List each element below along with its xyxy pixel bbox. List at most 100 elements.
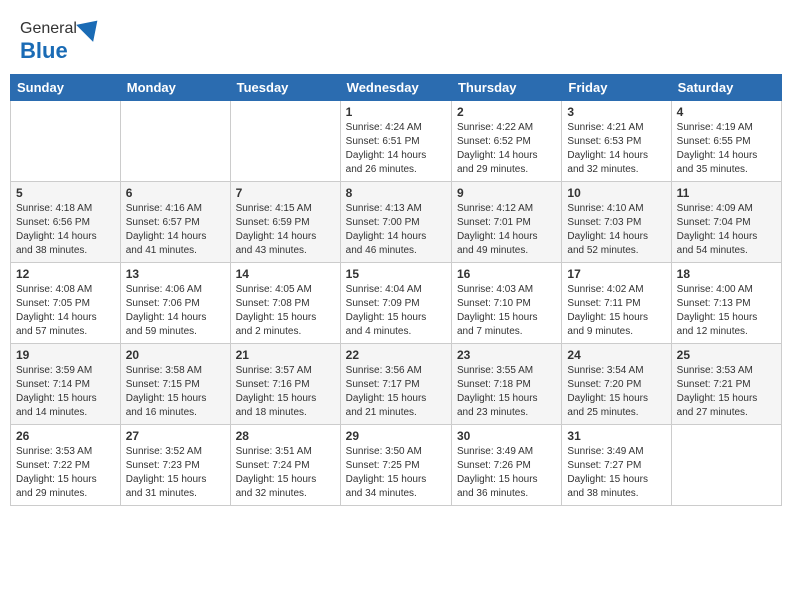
day-number: 15 <box>346 267 446 281</box>
day-info: Sunrise: 4:09 AM Sunset: 7:04 PM Dayligh… <box>677 202 776 258</box>
calendar-cell: 9 Sunrise: 4:12 AM Sunset: 7:01 PM Daylig… <box>451 182 561 263</box>
day-info: Sunrise: 4:05 AM Sunset: 7:08 PM Dayligh… <box>236 283 335 339</box>
day-number: 11 <box>677 186 776 200</box>
day-info: Sunrise: 4:19 AM Sunset: 6:55 PM Dayligh… <box>677 121 776 177</box>
calendar-cell: 26 Sunrise: 3:53 AM Sunset: 7:22 PM Dayli… <box>11 425 121 506</box>
day-info: Sunrise: 4:16 AM Sunset: 6:57 PM Dayligh… <box>126 202 225 258</box>
day-number: 16 <box>457 267 556 281</box>
day-number: 8 <box>346 186 446 200</box>
calendar-cell <box>11 101 121 182</box>
calendar-cell: 10 Sunrise: 4:10 AM Sunset: 7:03 PM Dayli… <box>562 182 671 263</box>
day-number: 24 <box>567 348 665 362</box>
calendar-week-row: 5 Sunrise: 4:18 AM Sunset: 6:56 PM Daylig… <box>11 182 782 263</box>
day-info: Sunrise: 4:21 AM Sunset: 6:53 PM Dayligh… <box>567 121 665 177</box>
day-info: Sunrise: 4:15 AM Sunset: 6:59 PM Dayligh… <box>236 202 335 258</box>
day-info: Sunrise: 4:22 AM Sunset: 6:52 PM Dayligh… <box>457 121 556 177</box>
calendar-week-row: 26 Sunrise: 3:53 AM Sunset: 7:22 PM Dayli… <box>11 425 782 506</box>
calendar-header-wednesday: Wednesday <box>340 75 451 101</box>
calendar-header-thursday: Thursday <box>451 75 561 101</box>
calendar-cell: 30Sunrise: 3:49 AM Sunset: 7:26 PM Dayli… <box>451 425 561 506</box>
calendar-cell: 6 Sunrise: 4:16 AM Sunset: 6:57 PM Daylig… <box>120 182 230 263</box>
calendar-week-row: 12 Sunrise: 4:08 AM Sunset: 7:05 PM Dayli… <box>11 263 782 344</box>
calendar-cell: 17 Sunrise: 4:02 AM Sunset: 7:11 PM Dayli… <box>562 263 671 344</box>
day-info: Sunrise: 3:53 AM Sunset: 7:21 PM Dayligh… <box>677 364 776 420</box>
logo-blue-text: Blue <box>20 38 68 64</box>
calendar-cell: 23 Sunrise: 3:55 AM Sunset: 7:18 PM Dayli… <box>451 344 561 425</box>
day-number: 17 <box>567 267 665 281</box>
day-number: 6 <box>126 186 225 200</box>
day-number: 13 <box>126 267 225 281</box>
day-number: 9 <box>457 186 556 200</box>
day-number: 14 <box>236 267 335 281</box>
calendar-cell: 4 Sunrise: 4:19 AM Sunset: 6:55 PM Daylig… <box>671 101 781 182</box>
logo-triangle-icon <box>76 12 106 42</box>
calendar-cell: 2 Sunrise: 4:22 AM Sunset: 6:52 PM Daylig… <box>451 101 561 182</box>
day-info: Sunrise: 3:49 AM Sunset: 7:26 PM Dayligh… <box>457 445 556 501</box>
day-number: 20 <box>126 348 225 362</box>
day-info: Sunrise: 3:55 AM Sunset: 7:18 PM Dayligh… <box>457 364 556 420</box>
calendar-cell: 7 Sunrise: 4:15 AM Sunset: 6:59 PM Daylig… <box>230 182 340 263</box>
day-info: Sunrise: 3:58 AM Sunset: 7:15 PM Dayligh… <box>126 364 225 420</box>
day-info: Sunrise: 4:00 AM Sunset: 7:13 PM Dayligh… <box>677 283 776 339</box>
day-info: Sunrise: 3:59 AM Sunset: 7:14 PM Dayligh… <box>16 364 115 420</box>
calendar-header-tuesday: Tuesday <box>230 75 340 101</box>
day-number: 27 <box>126 429 225 443</box>
calendar-header-monday: Monday <box>120 75 230 101</box>
day-info: Sunrise: 4:06 AM Sunset: 7:06 PM Dayligh… <box>126 283 225 339</box>
day-info: Sunrise: 3:51 AM Sunset: 7:24 PM Dayligh… <box>236 445 335 501</box>
day-number: 19 <box>16 348 115 362</box>
calendar-cell: 14 Sunrise: 4:05 AM Sunset: 7:08 PM Dayli… <box>230 263 340 344</box>
calendar-cell: 25 Sunrise: 3:53 AM Sunset: 7:21 PM Dayli… <box>671 344 781 425</box>
day-info: Sunrise: 4:24 AM Sunset: 6:51 PM Dayligh… <box>346 121 446 177</box>
calendar-cell: 18Sunrise: 4:00 AM Sunset: 7:13 PM Dayli… <box>671 263 781 344</box>
calendar-cell: 28Sunrise: 3:51 AM Sunset: 7:24 PM Dayli… <box>230 425 340 506</box>
logo: General Blue <box>20 20 103 64</box>
calendar-table: SundayMondayTuesdayWednesdayThursdayFrid… <box>10 74 782 506</box>
day-info: Sunrise: 4:04 AM Sunset: 7:09 PM Dayligh… <box>346 283 446 339</box>
calendar-week-row: 19 Sunrise: 3:59 AM Sunset: 7:14 PM Dayli… <box>11 344 782 425</box>
day-info: Sunrise: 4:08 AM Sunset: 7:05 PM Dayligh… <box>16 283 115 339</box>
calendar-cell: 22 Sunrise: 3:56 AM Sunset: 7:17 PM Dayli… <box>340 344 451 425</box>
day-number: 12 <box>16 267 115 281</box>
day-info: Sunrise: 4:18 AM Sunset: 6:56 PM Dayligh… <box>16 202 115 258</box>
day-info: Sunrise: 3:53 AM Sunset: 7:22 PM Dayligh… <box>16 445 115 501</box>
day-info: Sunrise: 3:56 AM Sunset: 7:17 PM Dayligh… <box>346 364 446 420</box>
day-number: 2 <box>457 105 556 119</box>
day-info: Sunrise: 3:50 AM Sunset: 7:25 PM Dayligh… <box>346 445 446 501</box>
day-number: 3 <box>567 105 665 119</box>
calendar-cell: 24 Sunrise: 3:54 AM Sunset: 7:20 PM Dayli… <box>562 344 671 425</box>
day-info: Sunrise: 4:12 AM Sunset: 7:01 PM Dayligh… <box>457 202 556 258</box>
day-info: Sunrise: 4:10 AM Sunset: 7:03 PM Dayligh… <box>567 202 665 258</box>
day-number: 22 <box>346 348 446 362</box>
calendar-cell: 31Sunrise: 3:49 AM Sunset: 7:27 PM Dayli… <box>562 425 671 506</box>
calendar-header-saturday: Saturday <box>671 75 781 101</box>
header: General Blue <box>10 10 782 69</box>
logo-general-text: General <box>20 20 77 38</box>
day-info: Sunrise: 4:02 AM Sunset: 7:11 PM Dayligh… <box>567 283 665 339</box>
calendar-cell: 16 Sunrise: 4:03 AM Sunset: 7:10 PM Dayli… <box>451 263 561 344</box>
calendar-cell <box>230 101 340 182</box>
calendar-cell: 1Sunrise: 4:24 AM Sunset: 6:51 PM Daylig… <box>340 101 451 182</box>
calendar-cell: 3 Sunrise: 4:21 AM Sunset: 6:53 PM Daylig… <box>562 101 671 182</box>
calendar-header-sunday: Sunday <box>11 75 121 101</box>
day-number: 25 <box>677 348 776 362</box>
calendar-cell: 15 Sunrise: 4:04 AM Sunset: 7:09 PM Dayli… <box>340 263 451 344</box>
day-info: Sunrise: 4:03 AM Sunset: 7:10 PM Dayligh… <box>457 283 556 339</box>
day-number: 21 <box>236 348 335 362</box>
calendar-header-row: SundayMondayTuesdayWednesdayThursdayFrid… <box>11 75 782 101</box>
calendar-cell: 29Sunrise: 3:50 AM Sunset: 7:25 PM Dayli… <box>340 425 451 506</box>
day-number: 4 <box>677 105 776 119</box>
day-number: 23 <box>457 348 556 362</box>
day-number: 26 <box>16 429 115 443</box>
day-info: Sunrise: 3:52 AM Sunset: 7:23 PM Dayligh… <box>126 445 225 501</box>
calendar-cell: 21Sunrise: 3:57 AM Sunset: 7:16 PM Dayli… <box>230 344 340 425</box>
day-number: 7 <box>236 186 335 200</box>
day-number: 5 <box>16 186 115 200</box>
calendar-cell: 12 Sunrise: 4:08 AM Sunset: 7:05 PM Dayli… <box>11 263 121 344</box>
day-info: Sunrise: 3:54 AM Sunset: 7:20 PM Dayligh… <box>567 364 665 420</box>
day-info: Sunrise: 3:49 AM Sunset: 7:27 PM Dayligh… <box>567 445 665 501</box>
day-number: 10 <box>567 186 665 200</box>
calendar-cell: 11 Sunrise: 4:09 AM Sunset: 7:04 PM Dayli… <box>671 182 781 263</box>
calendar-cell: 13 Sunrise: 4:06 AM Sunset: 7:06 PM Dayli… <box>120 263 230 344</box>
calendar-cell: 19 Sunrise: 3:59 AM Sunset: 7:14 PM Dayli… <box>11 344 121 425</box>
